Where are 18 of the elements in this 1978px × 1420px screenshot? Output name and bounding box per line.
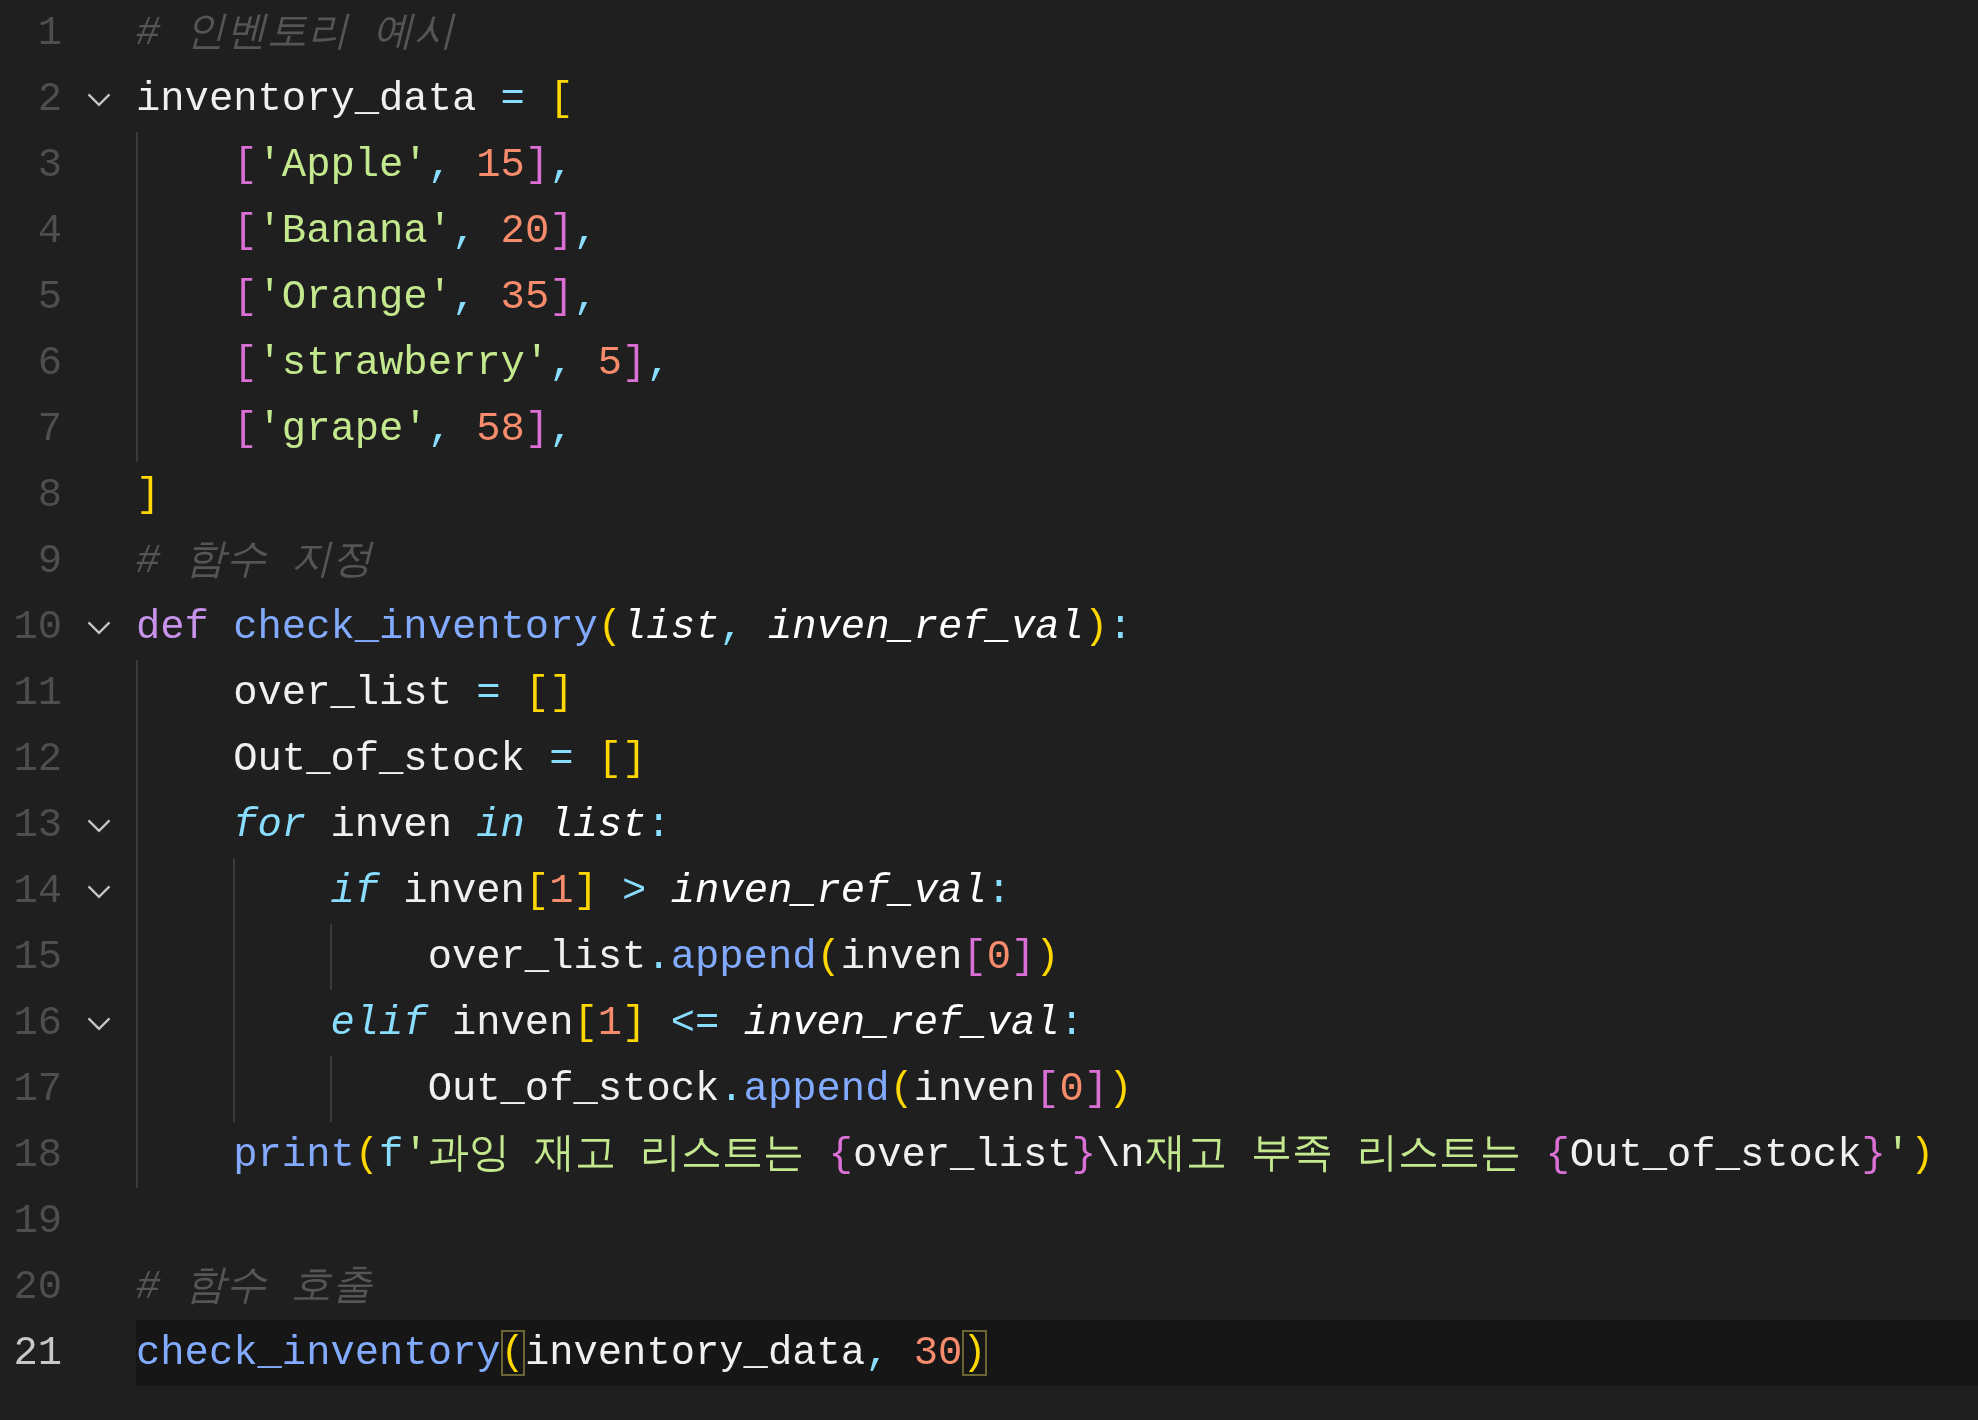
code-line: ['Orange', 35], bbox=[232, 274, 598, 320]
code-line: check_inventory(inventory_data, 30) bbox=[136, 1330, 987, 1376]
code-line: ['Apple', 15], bbox=[232, 142, 574, 188]
code-line: over_list = [] bbox=[232, 670, 574, 716]
code-line: ['grape', 58], bbox=[232, 406, 574, 452]
code-line: print(f'과잉 재고 리스트는 {over_list}\n재고 부족 리스트는 {Out_of_stock}') bbox=[232, 1132, 1935, 1178]
line-number: 21 bbox=[12, 1329, 62, 1378]
code-line: ['strawberry', 5], bbox=[232, 340, 671, 386]
code-line: Out_of_stock.append(inven[0]) bbox=[426, 1066, 1133, 1112]
code-line: Out_of_stock = [] bbox=[232, 736, 647, 782]
code-line: ['Banana', 20], bbox=[232, 208, 598, 254]
code-line: elif inven[1] <= inven_ref_val: bbox=[329, 1000, 1084, 1046]
code-line: over_list.append(inven[0]) bbox=[426, 934, 1060, 980]
code-line: if inven[1] > inven_ref_val: bbox=[329, 868, 1011, 914]
code-line: for inven in list: bbox=[232, 802, 671, 848]
code-line: def check_inventory(list, inven_ref_val): bbox=[136, 604, 1133, 650]
code-line: inventory_data = [ bbox=[136, 76, 574, 122]
code-line: ] bbox=[136, 472, 161, 518]
